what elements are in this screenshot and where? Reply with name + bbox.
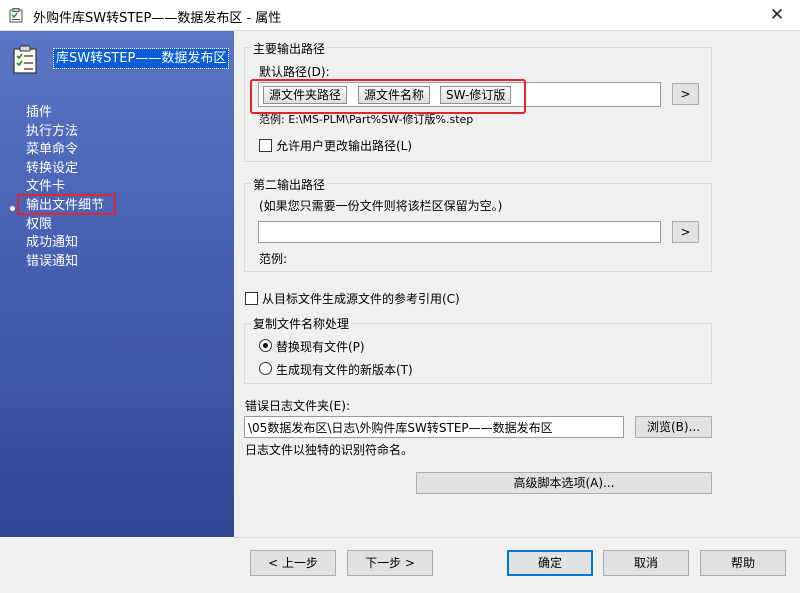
new-version-label[interactable]: 生成现有文件的新版本(T) xyxy=(276,361,413,378)
sidebar-item-permissions[interactable]: 权限 xyxy=(26,216,104,235)
secondary-output-label: 第二输出路径 xyxy=(251,176,328,193)
sidebar-item-execution[interactable]: 执行方法 xyxy=(26,123,104,142)
sidebar-item-error-notice[interactable]: 错误通知 xyxy=(26,253,104,272)
highlight-box-path xyxy=(250,79,526,114)
replace-existing-radio[interactable] xyxy=(259,339,272,352)
error-log-note: 日志文件以独特的识别符命名。 xyxy=(245,443,414,457)
new-version-radio[interactable] xyxy=(259,362,272,375)
sidebar-nav: 插件 执行方法 菜单命令 转换设定 文件卡 输出文件细节 权限 成功通知 错误通… xyxy=(26,104,104,271)
sidebar-item-conversion-settings[interactable]: 转换设定 xyxy=(26,160,104,179)
error-log-input[interactable]: \05数据发布区\日志\外购件库SW转STEP——数据发布区 xyxy=(244,416,624,438)
footer-separator xyxy=(234,537,800,538)
prev-button[interactable]: < 上一步 xyxy=(250,550,336,576)
advanced-script-options-button[interactable]: 高级脚本选项(A)... xyxy=(416,472,712,494)
error-log-browse-button[interactable]: 浏览(B)... xyxy=(635,416,712,438)
title-bar: 外购件库SW转STEP——数据发布区 - 属性 ✕ xyxy=(0,0,800,31)
task-checklist-icon xyxy=(13,45,37,74)
primary-output-label: 主要输出路径 xyxy=(251,40,328,57)
allow-change-label[interactable]: 允许用户更改输出路径(L) xyxy=(276,137,412,154)
cancel-button[interactable]: 取消 xyxy=(603,550,689,576)
error-log-label: 错误日志文件夹(E): xyxy=(245,399,350,413)
generate-reference-label[interactable]: 从目标文件生成源文件的参考引用(C) xyxy=(262,290,460,307)
sidebar-item-success-notice[interactable]: 成功通知 xyxy=(26,234,104,253)
secondary-path-browse-button[interactable]: > xyxy=(672,221,699,243)
sidebar: 库SW转STEP——数据发布区 插件 执行方法 菜单命令 转换设定 文件卡 输出… xyxy=(0,31,234,537)
highlight-box-nav xyxy=(17,194,116,215)
secondary-hint: (如果您只需要一份文件则将该栏区保留为空。) xyxy=(259,199,503,213)
default-path-browse-button[interactable]: > xyxy=(672,83,699,105)
clipboard-icon xyxy=(9,8,23,23)
replace-existing-label[interactable]: 替换现有文件(P) xyxy=(276,338,365,355)
copy-handling-label: 复制文件名称处理 xyxy=(251,315,352,332)
secondary-example: 范例: xyxy=(259,252,288,266)
radio-selected-dot xyxy=(263,343,268,348)
secondary-path-input[interactable] xyxy=(258,221,661,243)
next-button[interactable]: 下一步 > xyxy=(347,550,433,576)
primary-example: 范例: E:\MS-PLM\Part%SW-修订版%.step xyxy=(259,113,474,126)
allow-change-checkbox[interactable] xyxy=(259,139,272,152)
help-button[interactable]: 帮助 xyxy=(700,550,786,576)
sidebar-item-menu-command[interactable]: 菜单命令 xyxy=(26,141,104,160)
ok-button[interactable]: 确定 xyxy=(507,550,593,576)
item-name-field[interactable]: 库SW转STEP——数据发布区 xyxy=(52,48,230,69)
generate-reference-checkbox[interactable] xyxy=(245,292,258,305)
default-path-label: 默认路径(D): xyxy=(259,65,330,79)
window-title: 外购件库SW转STEP——数据发布区 - 属性 xyxy=(33,11,282,26)
sidebar-item-plugin[interactable]: 插件 xyxy=(26,104,104,123)
selected-marker xyxy=(10,206,15,211)
close-button[interactable]: ✕ xyxy=(754,0,800,31)
